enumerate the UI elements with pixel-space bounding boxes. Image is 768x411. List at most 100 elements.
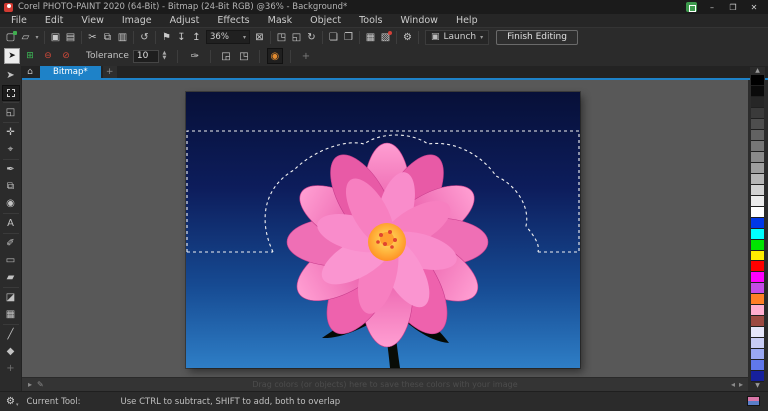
- color-swatch[interactable]: [751, 130, 764, 141]
- acquire-image-icon[interactable]: ⚑: [159, 30, 174, 45]
- export-icon[interactable]: ↥: [189, 30, 204, 45]
- red-eye-removal-tool[interactable]: ◉: [2, 196, 20, 212]
- tolerance-spinner[interactable]: ▲ ▼: [160, 51, 169, 61]
- color-swatch[interactable]: [751, 272, 764, 283]
- color-swatch[interactable]: [751, 251, 764, 262]
- store-icon[interactable]: [686, 2, 697, 12]
- color-swatch[interactable]: [751, 152, 764, 163]
- menu-item[interactable]: Mask: [259, 14, 301, 27]
- palette-scroll-left-icon[interactable]: ◂: [731, 380, 735, 389]
- menu-item[interactable]: Window: [391, 14, 446, 27]
- palette-scroll-right-icon[interactable]: ▸: [739, 380, 743, 389]
- color-swatch[interactable]: [751, 349, 764, 360]
- mask-xor-mode-button[interactable]: ⊘: [58, 48, 74, 64]
- zoom-tool[interactable]: ⌖: [2, 142, 20, 158]
- menu-item[interactable]: Object: [301, 14, 350, 27]
- color-swatch[interactable]: [751, 174, 764, 185]
- expand-selection-icon[interactable]: ◲: [218, 48, 234, 64]
- resample-image-icon[interactable]: ◳: [274, 30, 289, 45]
- pick-tool[interactable]: ➤: [2, 68, 20, 84]
- save-icon[interactable]: ▣: [48, 30, 63, 45]
- tolerance-input[interactable]: 10: [133, 50, 159, 63]
- print-icon[interactable]: ▤: [63, 30, 78, 45]
- add-tool-button[interactable]: +: [2, 361, 20, 377]
- menu-item[interactable]: Edit: [36, 14, 72, 27]
- shape-tool[interactable]: ◆: [2, 344, 20, 360]
- feather-mask-icon[interactable]: ✑: [187, 48, 203, 64]
- zoom-level-select[interactable]: 36% ▾: [206, 30, 250, 44]
- color-swatch[interactable]: [751, 141, 764, 152]
- color-swatch[interactable]: [751, 294, 764, 305]
- color-swatch[interactable]: [751, 305, 764, 316]
- open-icon[interactable]: ▱: [18, 30, 33, 45]
- rotate-image-icon[interactable]: ↻: [304, 30, 319, 45]
- color-swatch[interactable]: [751, 316, 764, 327]
- fill-tool[interactable]: ▦: [2, 307, 20, 323]
- menu-item[interactable]: File: [2, 14, 36, 27]
- text-tool[interactable]: A: [2, 216, 20, 232]
- object-transparency-tool[interactable]: ◪: [2, 290, 20, 306]
- menu-item[interactable]: View: [72, 14, 113, 27]
- new-tab-button[interactable]: +: [103, 66, 117, 78]
- color-swatch[interactable]: [751, 97, 764, 108]
- status-gear-icon[interactable]: ⚙: [6, 396, 15, 407]
- mask-subtractive-mode-button[interactable]: ⊖: [40, 48, 56, 64]
- crop-border-icon[interactable]: ❏: [326, 30, 341, 45]
- color-swatch[interactable]: [751, 283, 764, 294]
- palette-down-arrow[interactable]: ▼: [750, 382, 765, 390]
- undo-icon[interactable]: ↺: [137, 30, 152, 45]
- color-swatch[interactable]: [751, 86, 764, 97]
- color-swatch[interactable]: [751, 185, 764, 196]
- color-swatch[interactable]: [751, 163, 764, 174]
- menu-item[interactable]: Image: [113, 14, 161, 27]
- grid-icon[interactable]: ▦: [363, 30, 378, 45]
- mask-normal-mode-button[interactable]: ➤: [4, 48, 20, 64]
- close-button[interactable]: ✕: [748, 3, 760, 12]
- paint-tool[interactable]: ✐: [2, 236, 20, 252]
- rectangle-mask-tool[interactable]: [2, 85, 20, 101]
- rectangle-tool[interactable]: ▭: [2, 253, 20, 269]
- menu-item[interactable]: Effects: [208, 14, 258, 27]
- mask-additive-mode-button[interactable]: ⊞: [22, 48, 38, 64]
- menu-item[interactable]: Help: [447, 14, 487, 27]
- contract-selection-icon[interactable]: ◳: [236, 48, 252, 64]
- launch-dropdown[interactable]: ▣ Launch ▾: [425, 30, 489, 45]
- color-swatch[interactable]: [751, 240, 764, 251]
- spinner-down-icon[interactable]: ▼: [160, 56, 169, 61]
- antialias-toggle[interactable]: ◉: [267, 48, 283, 64]
- color-swatch[interactable]: [751, 338, 764, 349]
- color-swatch[interactable]: [751, 119, 764, 130]
- color-swatch[interactable]: [751, 261, 764, 272]
- copy-icon[interactable]: ⧉: [100, 30, 115, 45]
- paper-size-icon[interactable]: ◱: [289, 30, 304, 45]
- color-swatch[interactable]: [751, 75, 764, 86]
- options-gear-icon[interactable]: ⚙: [400, 30, 415, 45]
- finish-editing-button[interactable]: Finish Editing: [496, 30, 578, 45]
- color-swatch[interactable]: [751, 371, 764, 382]
- eraser-tool[interactable]: ▰: [2, 270, 20, 286]
- clone-tool[interactable]: ⧉: [2, 179, 20, 195]
- palette-handle-icon[interactable]: ▸: [28, 380, 32, 389]
- full-screen-preview-icon[interactable]: ⊠: [252, 30, 267, 45]
- crop-tool[interactable]: ◱: [2, 105, 20, 121]
- new-document-icon[interactable]: ▢: [3, 30, 18, 45]
- menu-item[interactable]: Adjust: [161, 14, 209, 27]
- palette-edit-icon[interactable]: ✎: [37, 380, 44, 389]
- color-swatch[interactable]: [751, 196, 764, 207]
- import-icon[interactable]: ↧: [174, 30, 189, 45]
- minimize-button[interactable]: –: [706, 3, 718, 12]
- pan-tool[interactable]: ✛: [2, 125, 20, 141]
- touch-up-tool[interactable]: ╱: [2, 327, 20, 343]
- color-swatch[interactable]: [751, 360, 764, 371]
- color-swatch[interactable]: [751, 218, 764, 229]
- cut-icon[interactable]: ✂: [85, 30, 100, 45]
- customize-plus-icon[interactable]: +: [298, 48, 314, 64]
- restore-button[interactable]: ❐: [727, 3, 739, 12]
- color-indicator-swatch[interactable]: [747, 396, 760, 406]
- page-frame-icon[interactable]: ❐: [341, 30, 356, 45]
- color-swatch[interactable]: [751, 108, 764, 119]
- palette-up-arrow[interactable]: ▲: [750, 67, 765, 75]
- menu-item[interactable]: Tools: [350, 14, 391, 27]
- tab-bitmap[interactable]: Bitmap*: [40, 66, 101, 78]
- canvas-image[interactable]: [186, 92, 580, 368]
